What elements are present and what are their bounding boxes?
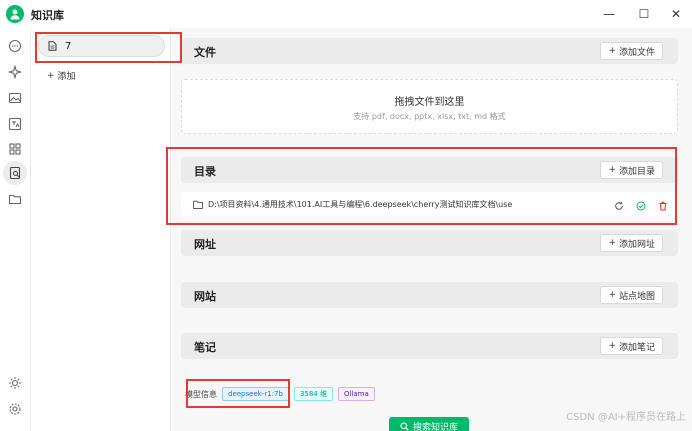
- plus-icon: +: [608, 165, 616, 175]
- add-knowledge-base-button[interactable]: + 添加: [47, 69, 76, 83]
- urls-section-header: 网址 + 添加网址: [181, 230, 678, 256]
- close-button[interactable]: ✕: [667, 5, 685, 23]
- document-icon: [48, 41, 57, 51]
- search-knowledge-label: 搜索知识库: [412, 422, 458, 431]
- plus-icon: +: [608, 341, 616, 351]
- directory-section-title: 目录: [194, 165, 216, 178]
- folder-icon: [193, 200, 203, 209]
- add-note-label: 添加笔记: [618, 342, 655, 353]
- directory-item[interactable]: D:\项目资料\4.通用技术\101.AI工具与编程\6.deepseek\ch…: [181, 192, 678, 218]
- maximize-button[interactable]: ☐: [635, 5, 653, 23]
- sitemap-section-title: 网站: [194, 290, 216, 303]
- plus-icon: +: [47, 70, 55, 81]
- plus-icon: +: [608, 46, 616, 56]
- chat-icon[interactable]: [6, 37, 24, 55]
- urls-section-title: 网址: [194, 238, 216, 251]
- files-section-header: 文件 + 添加文件: [181, 38, 678, 64]
- dimensions-tag: 3584 维: [293, 387, 333, 401]
- add-note-button[interactable]: + 添加笔记: [600, 337, 663, 355]
- notes-section-title: 笔记: [194, 341, 216, 354]
- knowledge-base-item[interactable]: 7: [38, 35, 165, 57]
- translate-icon[interactable]: [6, 115, 24, 133]
- dropzone-subtitle: 支持 pdf, docx, pptx, xlsx, txt, md 格式: [353, 112, 506, 121]
- delete-icon[interactable]: [657, 200, 668, 211]
- knowledge-list-panel: 7 + 添加: [30, 28, 171, 431]
- watermark: CSDN @AI+程序员在路上: [566, 412, 686, 423]
- search-icon: [400, 421, 409, 431]
- model-name-tag: deepseek-r1:7b: [222, 387, 289, 401]
- apps-icon[interactable]: [6, 140, 24, 158]
- title-bar: 知识库 — ☐ ✕: [0, 0, 692, 28]
- image-icon[interactable]: [6, 89, 24, 107]
- sparkle-icon[interactable]: [6, 63, 24, 81]
- status-ok-icon: [635, 200, 646, 211]
- add-sitemap-button[interactable]: + 站点地图: [600, 286, 663, 304]
- plus-icon: +: [608, 238, 616, 248]
- add-sitemap-label: 站点地图: [618, 291, 655, 302]
- add-file-label: 添加文件: [618, 47, 655, 58]
- add-url-button[interactable]: + 添加网址: [600, 234, 663, 252]
- app-logo: [6, 5, 24, 23]
- sitemap-section-header: 网站 + 站点地图: [181, 282, 678, 308]
- dropzone-title: 拖拽文件到这里: [394, 97, 465, 108]
- notes-section-header: 笔记 + 添加笔记: [181, 333, 678, 359]
- model-info-label: 模型信息: [185, 389, 217, 399]
- add-url-label: 添加网址: [618, 239, 655, 250]
- add-file-button[interactable]: + 添加文件: [600, 42, 663, 60]
- icon-rail: [0, 28, 30, 431]
- model-info: 模型信息 deepseek-r1:7b 3584 维 Ollama: [185, 387, 375, 401]
- folder-icon[interactable]: [6, 190, 24, 208]
- directory-path: D:\项目资料\4.通用技术\101.AI工具与编程\6.deepseek\ch…: [208, 200, 513, 209]
- knowledge-base-name: 7: [65, 40, 72, 52]
- add-directory-button[interactable]: + 添加目录: [600, 161, 663, 179]
- minimize-button[interactable]: —: [600, 5, 618, 23]
- provider-tag: Ollama: [337, 387, 375, 401]
- directory-section-header: 目录 + 添加目录: [181, 157, 678, 183]
- add-directory-label: 添加目录: [618, 166, 655, 177]
- settings-icon[interactable]: [6, 400, 24, 418]
- search-knowledge-button[interactable]: 搜索知识库: [389, 417, 469, 431]
- file-dropzone[interactable]: 拖拽文件到这里 支持 pdf, docx, pptx, xlsx, txt, m…: [181, 79, 678, 134]
- knowledge-detail: 文件 + 添加文件 拖拽文件到这里 支持 pdf, docx, pptx, xl…: [172, 28, 692, 431]
- refresh-icon[interactable]: [613, 200, 624, 211]
- add-knowledge-base-label: 添加: [57, 72, 76, 82]
- theme-icon[interactable]: [6, 374, 24, 392]
- files-section-title: 文件: [194, 46, 216, 59]
- app-title: 知识库: [31, 9, 64, 22]
- knowledge-icon[interactable]: [3, 161, 27, 185]
- plus-icon: +: [608, 290, 616, 300]
